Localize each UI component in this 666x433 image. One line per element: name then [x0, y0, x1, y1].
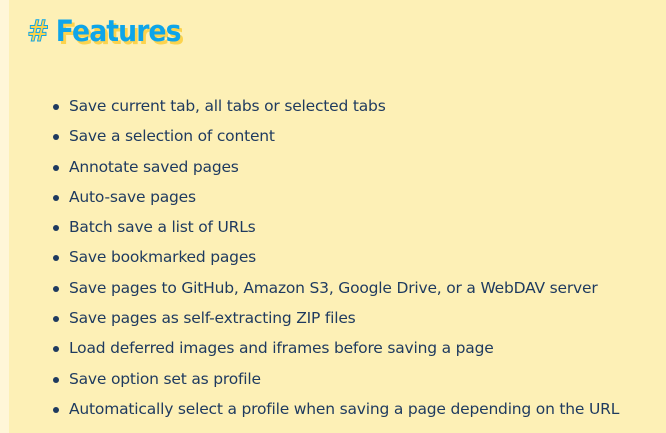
list-item: Save a selection of content	[52, 122, 619, 152]
list-item: Save pages to GitHub, Amazon S3, Google …	[52, 274, 619, 304]
list-item: Save current tab, all tabs or selected t…	[52, 92, 619, 122]
heading-title: Features	[55, 14, 182, 48]
list-item: Batch save a list of URLs	[52, 213, 619, 243]
list-item: Save pages as self-extracting ZIP files	[52, 304, 619, 334]
list-item: Auto-save pages	[52, 183, 619, 213]
features-list: Save current tab, all tabs or selected t…	[0, 92, 619, 425]
features-heading: # Features	[27, 14, 182, 49]
list-item: Save bookmarked pages	[52, 243, 619, 273]
list-item: Load deferred images and iframes before …	[52, 334, 619, 364]
list-item: Save option set as profile	[52, 365, 619, 395]
list-item: Automatically select a profile when savi…	[52, 395, 619, 425]
anchor-hash[interactable]: #	[27, 14, 50, 49]
list-item: Annotate saved pages	[52, 153, 619, 183]
